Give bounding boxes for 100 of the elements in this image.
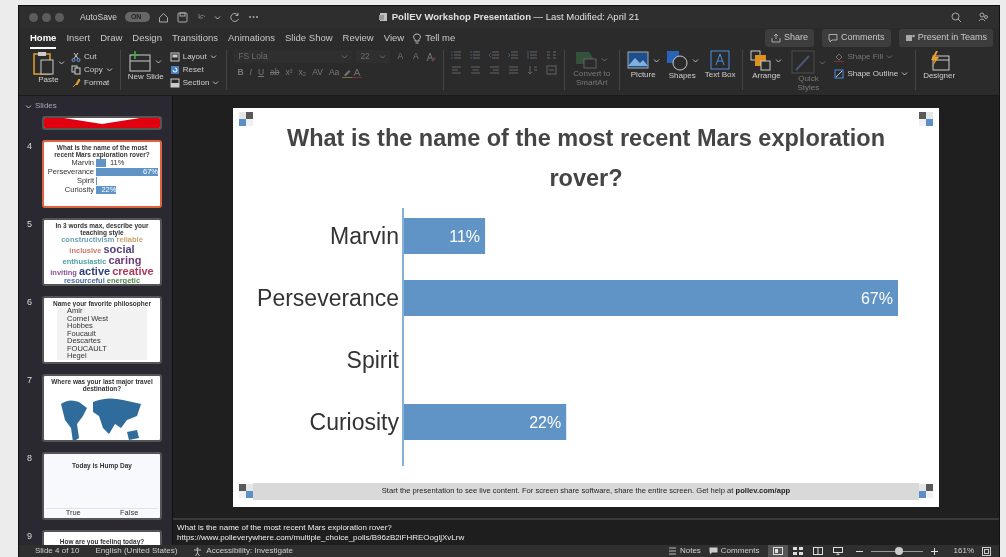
- category-label: Marvin: [330, 222, 399, 249]
- picture-icon: [626, 50, 649, 70]
- font-color-icon[interactable]: [352, 67, 363, 78]
- slider-thumb[interactable]: [895, 547, 904, 555]
- caret-icon: [209, 54, 217, 59]
- share-icon: [771, 33, 782, 43]
- pen-icon: [790, 50, 815, 74]
- slide-number: 6: [27, 297, 32, 307]
- caret-icon[interactable]: [214, 14, 222, 20]
- caret-icon: [691, 58, 699, 63]
- category-label: Curiosity: [309, 408, 399, 435]
- slide-number: 9: [27, 531, 32, 541]
- caret-icon: [105, 67, 113, 72]
- caret-icon: [818, 59, 826, 65]
- copy-button[interactable]: Copy: [71, 63, 113, 76]
- ribbon-tab[interactable]: Animations: [223, 28, 281, 48]
- caret-icon: [775, 58, 783, 63]
- designer-button[interactable]: Designer: [923, 50, 956, 80]
- cut-button[interactable]: Cut: [71, 50, 113, 63]
- scissors-icon: [71, 51, 81, 62]
- highlighter-icon[interactable]: [342, 67, 353, 78]
- caret-icon: [652, 57, 660, 63]
- zoom-slider[interactable]: [870, 547, 923, 555]
- ribbon-tab[interactable]: Draw: [95, 28, 128, 48]
- reset-button[interactable]: Reset: [169, 63, 220, 76]
- zoom-level[interactable]: 161%: [953, 545, 974, 557]
- caret-icon: [601, 57, 609, 62]
- text-box-icon: [710, 50, 731, 70]
- clipboard-icon: [32, 50, 54, 75]
- notes-button[interactable]: Notes: [667, 544, 701, 557]
- autosave-label: AutoSave: [80, 10, 117, 24]
- arrange-button[interactable]: Arrange: [750, 50, 783, 80]
- people-icon[interactable]: [978, 11, 989, 23]
- ribbon-tab[interactable]: Transitions: [166, 28, 224, 48]
- slide-number: 7: [27, 375, 32, 385]
- section-icon: [169, 77, 180, 88]
- accessibility-status[interactable]: Accessibility: Investigate: [193, 545, 293, 557]
- ribbon-tab[interactable]: Slide Show: [280, 28, 338, 48]
- view-button[interactable]: [767, 545, 788, 557]
- outline-icon: [834, 68, 845, 79]
- chevron-icon[interactable]: [25, 103, 32, 109]
- shapes-icon: [665, 50, 688, 71]
- shape-outline-button[interactable]: Shape Outline: [834, 67, 909, 80]
- ribbon-tab[interactable]: Review: [337, 28, 379, 48]
- notes-text[interactable]: https://www.polleverywhere.com/multiple_choice_polls/B96zB2iFHREOogljXvLrw: [177, 533, 995, 543]
- value-label: 22%: [529, 413, 562, 431]
- more-icon[interactable]: [248, 15, 260, 19]
- notes-icon: [667, 547, 677, 555]
- tell-me-search[interactable]: Tell me: [425, 30, 456, 46]
- save-icon[interactable]: [177, 11, 189, 23]
- text-box-button[interactable]: Text Box: [704, 50, 736, 79]
- section-button[interactable]: Section: [169, 76, 220, 89]
- plus-icon[interactable]: [930, 547, 938, 555]
- caret-icon: [901, 71, 909, 76]
- ribbon-tab[interactable]: Home: [25, 28, 62, 48]
- cloud-word: active: [78, 265, 111, 277]
- text-direction-icon[interactable]: [526, 65, 538, 75]
- paste-button[interactable]: Paste: [32, 50, 65, 84]
- reset-icon: [169, 64, 180, 75]
- search-icon[interactable]: [951, 11, 962, 23]
- squares-icon: [919, 111, 933, 126]
- grid-view-icon: [792, 547, 803, 555]
- slide-number: 5: [27, 219, 32, 229]
- present-button[interactable]: Present in Teams: [898, 29, 993, 47]
- ribbon-tab[interactable]: Design: [127, 28, 167, 48]
- ribbon-tab[interactable]: Insert: [61, 28, 96, 48]
- caret-icon: [58, 60, 65, 65]
- align-text-icon[interactable]: [545, 65, 557, 75]
- designer-icon: [928, 50, 951, 71]
- undo-icon[interactable]: [196, 12, 207, 22]
- caret-icon: [341, 54, 349, 59]
- language-status[interactable]: English (United States): [95, 545, 178, 557]
- slide-number: 4: [27, 141, 32, 151]
- format-painter-button[interactable]: Format: [71, 76, 113, 89]
- accessibility-icon: [193, 546, 203, 556]
- smartart-icon: [575, 50, 598, 69]
- caret-icon: [155, 58, 163, 64]
- lightbulb-icon: [413, 32, 422, 44]
- arrange-icon: [750, 50, 772, 71]
- notes-text[interactable]: What is the name of the most recent Mars exploration rover?: [177, 523, 995, 533]
- layout-icon: [169, 51, 180, 62]
- home-icon[interactable]: [158, 11, 170, 23]
- slide-title: What is the name of the most recent Mars exploration rover?: [286, 123, 886, 193]
- cloud-word: caring: [108, 254, 142, 266]
- new-slide-button[interactable]: New Slide: [127, 50, 164, 81]
- panel-header: Slides: [35, 100, 57, 112]
- layout-button[interactable]: Layout: [169, 50, 220, 63]
- value-label: 11%: [449, 227, 481, 245]
- redo-icon[interactable]: [229, 11, 241, 23]
- fit-window-icon[interactable]: [982, 546, 991, 556]
- comments-button[interactable]: Comments: [708, 544, 760, 557]
- paint-bucket-icon: [834, 51, 845, 62]
- copy-icon: [71, 64, 81, 75]
- share-button[interactable]: Share: [765, 29, 815, 47]
- caret-icon: [212, 80, 220, 85]
- shapes-button[interactable]: Shapes: [665, 50, 699, 80]
- value-label: 67%: [860, 289, 893, 307]
- ribbon-tab[interactable]: View: [378, 28, 410, 48]
- picture-button[interactable]: Picture: [626, 50, 660, 79]
- comments-button[interactable]: Comments: [822, 29, 891, 47]
